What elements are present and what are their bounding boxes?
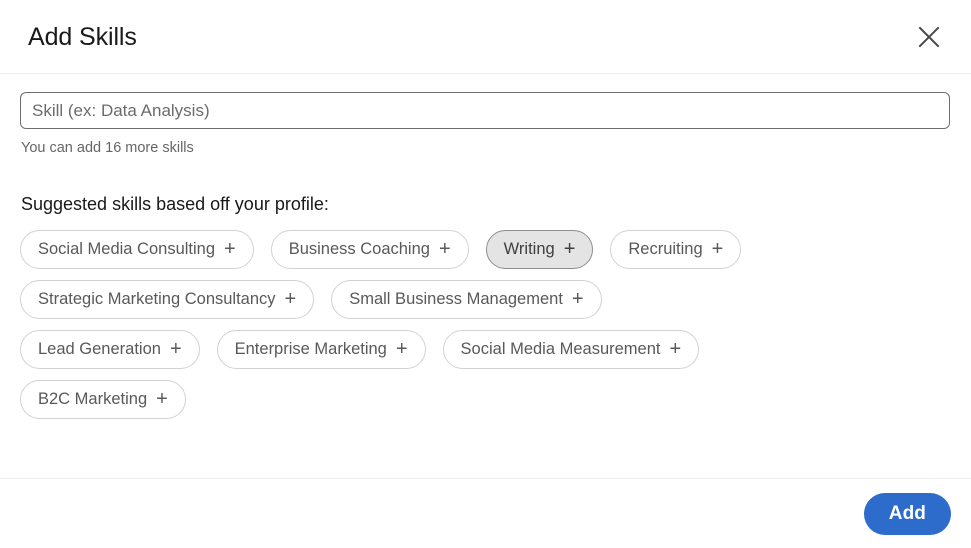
dialog-footer: Add xyxy=(0,478,971,548)
skill-chip[interactable]: Strategic Marketing Consultancy + xyxy=(20,280,315,319)
skill-chip[interactable]: Social Media Consulting + xyxy=(20,230,254,269)
page-title: Add Skills xyxy=(28,22,137,51)
plus-icon: + xyxy=(224,238,236,260)
suggested-skills-row: Social Media Consulting + Business Coach… xyxy=(20,230,951,269)
dialog-body: You can add 16 more skills Suggested ski… xyxy=(0,74,971,478)
skill-chip[interactable]: Lead Generation + xyxy=(20,330,200,369)
suggested-skills-row: Lead Generation + Enterprise Marketing +… xyxy=(20,330,951,369)
skill-chip-label: B2C Marketing xyxy=(38,390,148,409)
skill-chip-label: Enterprise Marketing xyxy=(234,340,387,359)
skill-chip-label: Small Business Management xyxy=(349,290,563,309)
plus-icon: + xyxy=(563,238,576,260)
skill-limit-helper-text: You can add 16 more skills xyxy=(21,140,194,156)
skill-chip-label: Strategic Marketing Consultancy xyxy=(38,290,276,309)
skill-chip[interactable]: Writing + xyxy=(485,230,594,269)
skill-chip[interactable]: Enterprise Marketing + xyxy=(216,330,426,369)
close-icon xyxy=(917,25,941,49)
skill-chip[interactable]: Social Media Measurement + xyxy=(442,330,700,369)
suggested-skills-row: B2C Marketing + xyxy=(20,380,951,419)
plus-icon: + xyxy=(571,288,584,310)
plus-icon: + xyxy=(156,388,168,410)
add-button[interactable]: Add xyxy=(863,492,951,535)
skill-chip-label: Social Media Measurement xyxy=(460,340,661,359)
close-button[interactable] xyxy=(907,15,951,59)
skill-chip-label: Recruiting xyxy=(628,240,703,259)
skill-chip-label: Lead Generation xyxy=(38,340,161,359)
suggested-skills-list: Social Media Consulting + Business Coach… xyxy=(20,230,951,419)
skill-input[interactable] xyxy=(20,92,950,129)
plus-icon: + xyxy=(669,338,682,360)
plus-icon: + xyxy=(169,338,182,360)
plus-icon: + xyxy=(395,338,408,360)
plus-icon: + xyxy=(711,238,724,260)
suggested-skills-label: Suggested skills based off your profile: xyxy=(21,194,329,214)
plus-icon: + xyxy=(438,238,451,260)
plus-icon: + xyxy=(284,288,297,310)
skill-chip-label: Business Coaching xyxy=(288,240,430,259)
skill-chip-label: Writing xyxy=(503,240,555,259)
suggested-skills-row: Strategic Marketing Consultancy + Small … xyxy=(20,280,951,319)
skill-chip[interactable]: Recruiting + xyxy=(610,230,742,269)
skill-chip[interactable]: B2C Marketing + xyxy=(20,380,186,419)
skill-chip[interactable]: Business Coaching + xyxy=(270,230,469,269)
dialog-header: Add Skills xyxy=(0,0,971,74)
add-skills-dialog: Add Skills You can add 16 more skills Su… xyxy=(0,0,971,548)
skill-chip[interactable]: Small Business Management + xyxy=(331,280,602,319)
skill-chip-label: Social Media Consulting xyxy=(38,240,216,259)
